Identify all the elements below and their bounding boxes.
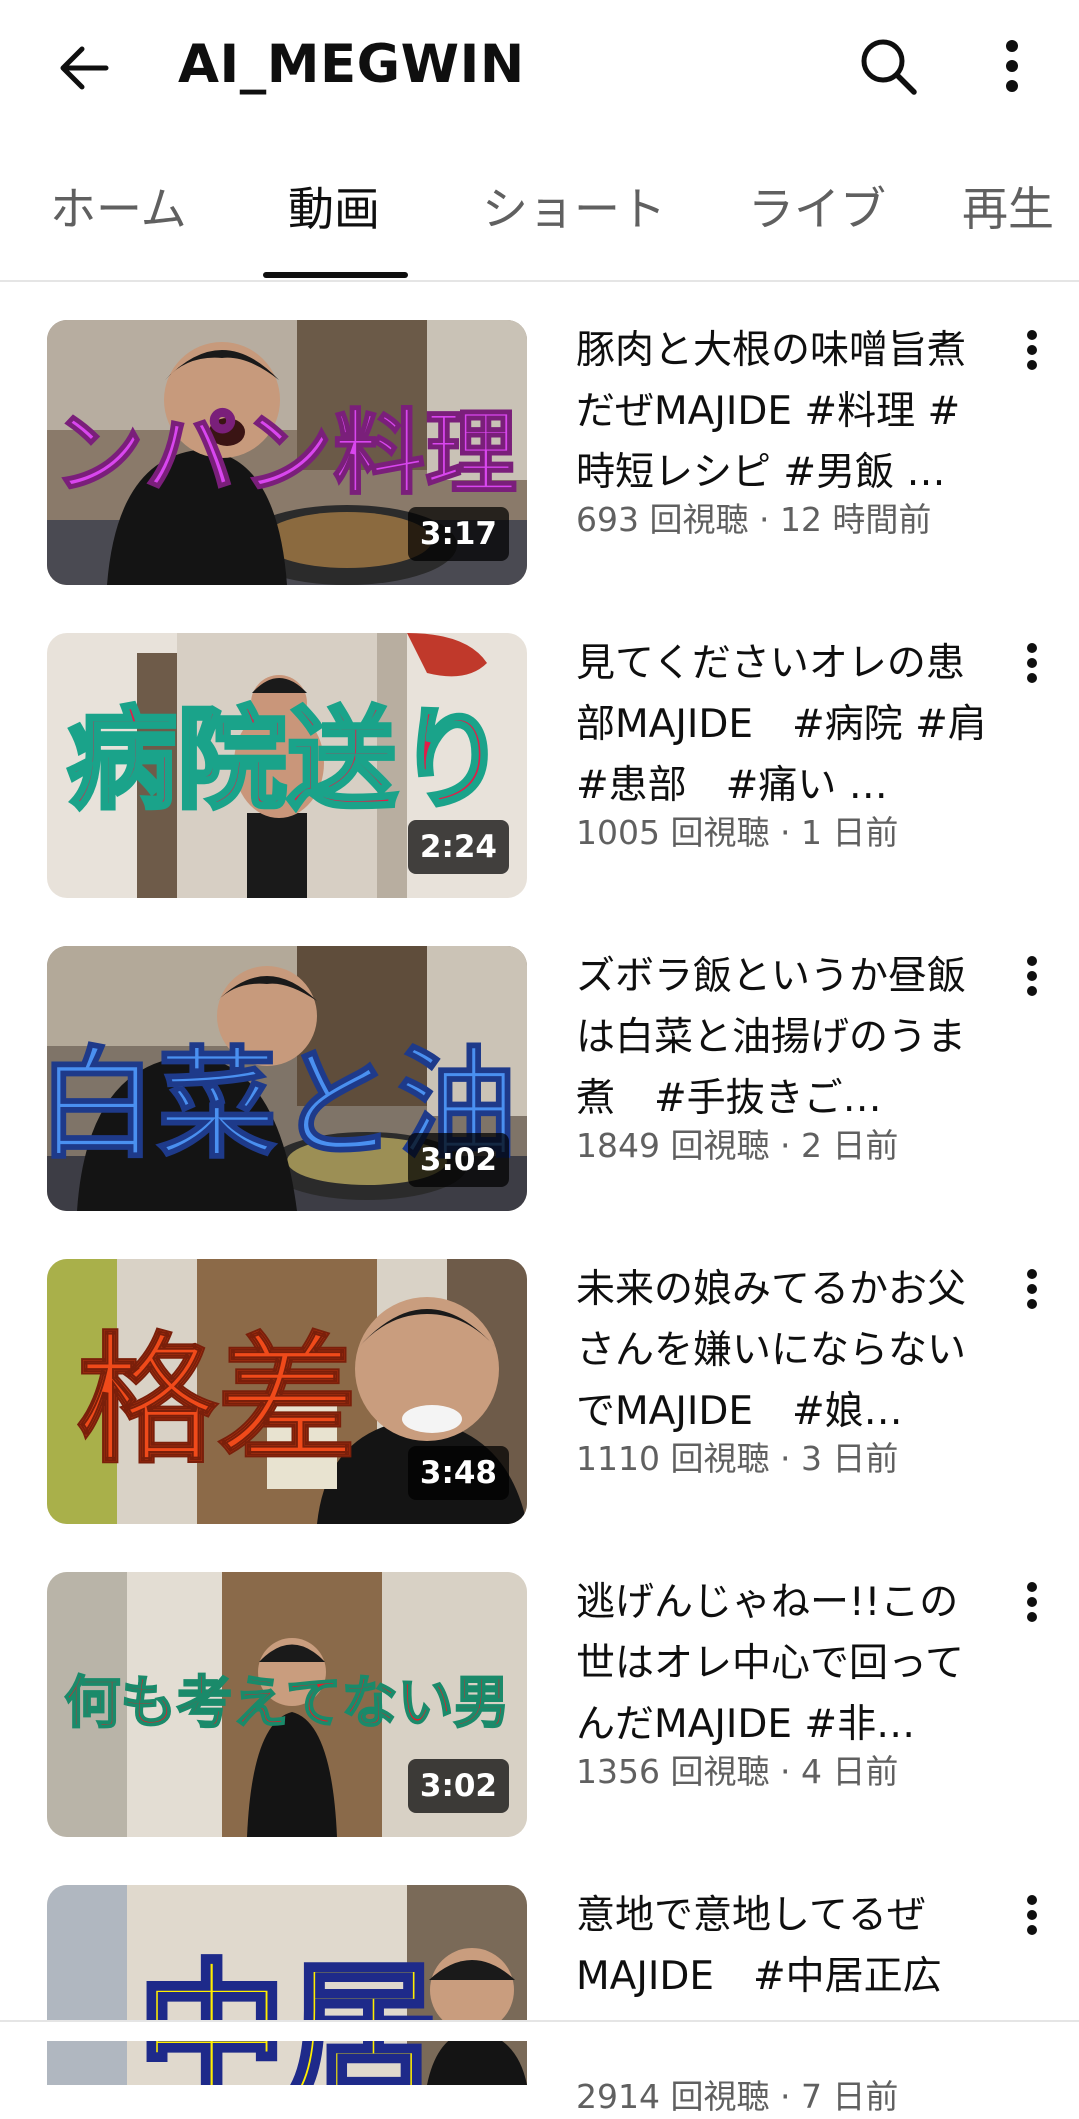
tab-shorts[interactable]: ショート: [482, 174, 666, 244]
video-more-button[interactable]: [1010, 1885, 1054, 1945]
video-meta: 1110 回視聴 · 3 日前: [576, 1439, 899, 1478]
video-title[interactable]: 意地で意地してるぜMAJIDE #中居正広: [576, 1885, 996, 2007]
video-duration: 3:02: [407, 1133, 509, 1187]
thumbnail-caption: 中居: [137, 1947, 437, 2085]
video-item[interactable]: 何も考えてない男 3:02 逃げんじゃねー!!この世はオレ中心で回ってんだMAJ…: [0, 1572, 1079, 1837]
more-vertical-icon: [1027, 1895, 1037, 1935]
video-title[interactable]: 見てくださいオレの患部MAJIDE #病院 #肩 #患部 #痛い …: [576, 633, 996, 816]
video-duration: 3:48: [407, 1446, 509, 1500]
video-item[interactable]: 格差 3:48 未来の娘みてるかお父さんを嫌いにならないでMAJIDE #娘… …: [0, 1259, 1079, 1524]
more-vertical-icon: [1006, 40, 1018, 92]
video-duration: 2:24: [407, 820, 509, 874]
video-thumbnail[interactable]: ワンパン料理 3:17: [47, 320, 527, 585]
video-thumbnail[interactable]: 何も考えてない男 3:02: [47, 1572, 527, 1837]
channel-tabs: ホーム 動画 ショート ライブ 再生: [0, 150, 1079, 282]
back-button[interactable]: [44, 28, 124, 108]
video-more-button[interactable]: [1010, 633, 1054, 693]
thumbnail-caption: 何も考えてない男: [64, 1671, 509, 1736]
tab-home[interactable]: ホーム: [50, 174, 187, 244]
video-thumbnail[interactable]: 中居: [47, 1885, 527, 2085]
video-duration: 3:17: [407, 507, 509, 561]
tab-playlists[interactable]: 再生: [962, 174, 1054, 244]
tab-videos[interactable]: 動画: [288, 174, 380, 244]
top-app-bar: AI_MEGWIN: [0, 0, 1079, 135]
more-vertical-icon: [1027, 330, 1037, 370]
more-options-button[interactable]: [972, 26, 1052, 106]
video-thumbnail[interactable]: 白菜と油 3:02: [47, 946, 527, 1211]
thumbnail-caption: 病院送り: [67, 696, 507, 824]
video-meta: 2914 回視聴 · 7 日前: [576, 2077, 899, 2116]
channel-title: AI_MEGWIN: [178, 34, 525, 95]
video-more-button[interactable]: [1010, 320, 1054, 380]
video-more-button[interactable]: [1010, 946, 1054, 1006]
arrow-left-icon: [60, 46, 109, 90]
video-more-button[interactable]: [1010, 1572, 1054, 1632]
active-tab-indicator: [263, 272, 408, 278]
search-icon: [861, 39, 917, 95]
more-vertical-icon: [1027, 956, 1037, 996]
video-meta: 1005 回視聴 · 1 日前: [576, 813, 899, 852]
video-more-button[interactable]: [1010, 1259, 1054, 1319]
more-vertical-icon: [1027, 1269, 1037, 1309]
video-title[interactable]: 未来の娘みてるかお父さんを嫌いにならないでMAJIDE #娘…: [576, 1259, 996, 1442]
bottom-navigation-edge: [0, 2020, 1079, 2041]
thumbnail-caption: 格差: [77, 1320, 357, 1483]
more-vertical-icon: [1027, 643, 1037, 683]
video-thumbnail[interactable]: 格差 3:48: [47, 1259, 527, 1524]
video-item[interactable]: 中居 意地で意地してるぜMAJIDE #中居正広 2914 回視聴 · 7 日前: [0, 1885, 1079, 2116]
video-item[interactable]: 病院送り 2:24 見てくださいオレの患部MAJIDE #病院 #肩 #患部 #…: [0, 633, 1079, 898]
video-duration: 3:02: [407, 1759, 509, 1813]
more-vertical-icon: [1027, 1582, 1037, 1622]
video-item[interactable]: 白菜と油 3:02 ズボラ飯というか昼飯は白菜と油揚げのうま煮 #手抜きご… 1…: [0, 946, 1079, 1211]
video-thumbnail[interactable]: 病院送り 2:24: [47, 633, 527, 898]
video-meta: 693 回視聴 · 12 時間前: [576, 500, 932, 539]
search-button[interactable]: [848, 26, 928, 106]
thumbnail-caption: ワンパン料理: [47, 400, 517, 507]
video-title[interactable]: 逃げんじゃねー!!この世はオレ中心で回ってんだMAJIDE #非…: [576, 1572, 996, 1755]
video-meta: 1849 回視聴 · 2 日前: [576, 1126, 899, 1165]
video-title[interactable]: 豚肉と大根の味噌旨煮だぜMAJIDE #料理 #時短レシピ #男飯 …: [576, 320, 996, 503]
video-meta: 1356 回視聴 · 4 日前: [576, 1752, 899, 1791]
video-title[interactable]: ズボラ飯というか昼飯は白菜と油揚げのうま煮 #手抜きご…: [576, 946, 996, 1129]
tab-live[interactable]: ライブ: [748, 174, 886, 244]
video-item[interactable]: ワンパン料理 3:17 豚肉と大根の味噌旨煮だぜMAJIDE #料理 #時短レシ…: [0, 320, 1079, 585]
